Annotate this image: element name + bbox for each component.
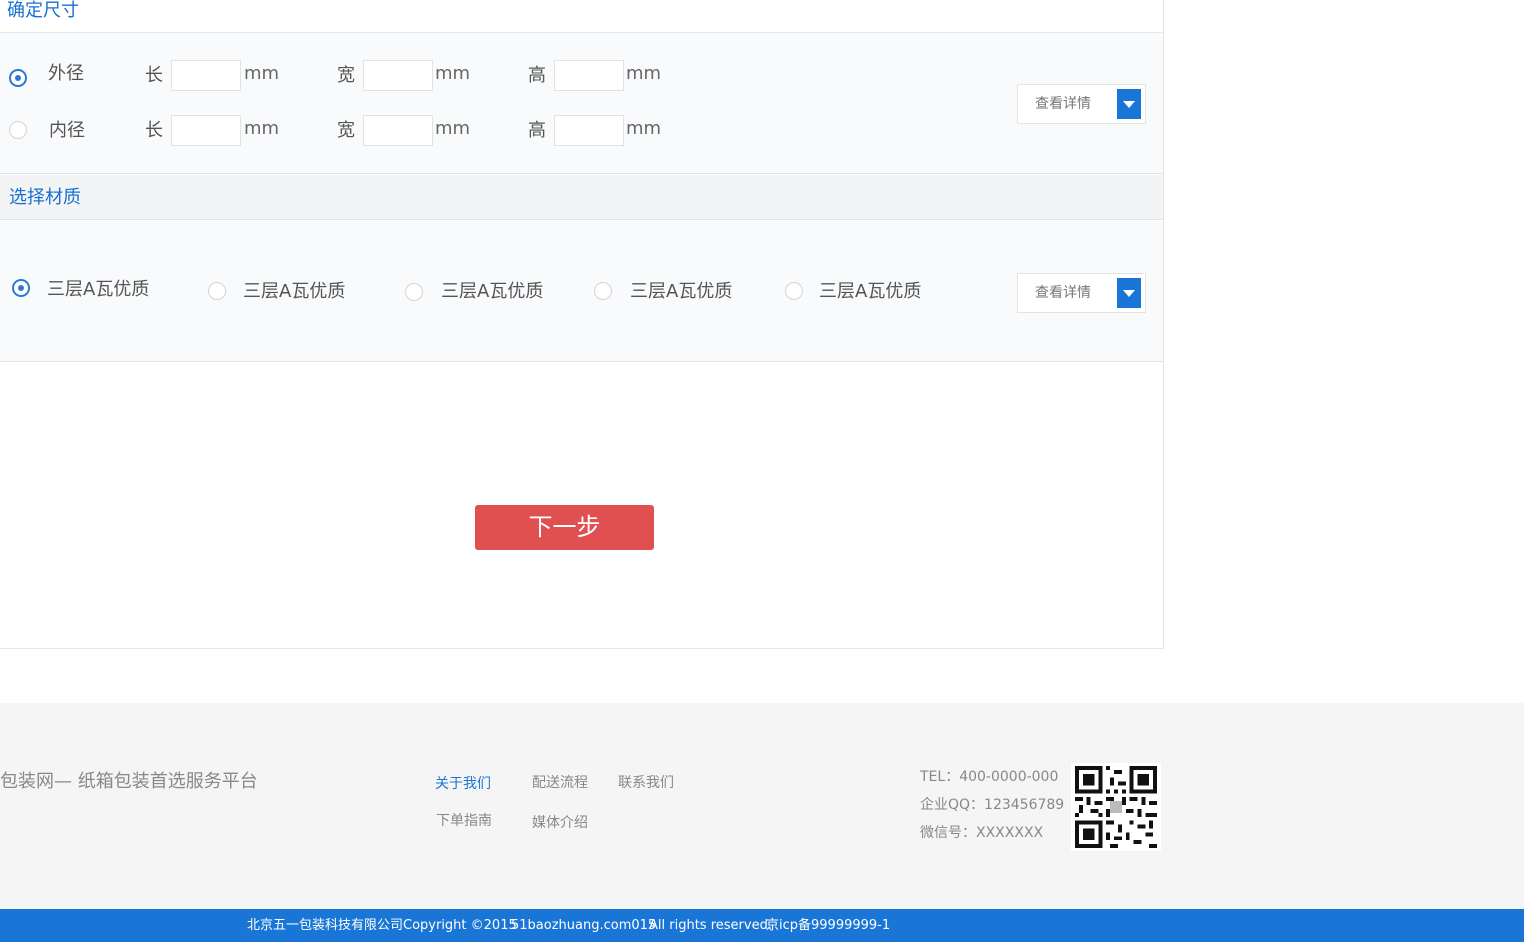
height-label: 高	[528, 120, 546, 141]
length-label: 长	[145, 120, 163, 141]
unit-label: mm	[626, 63, 662, 84]
footer-slogan: 包装网— 纸箱包装首选服务平台	[0, 771, 258, 792]
material-option-radio[interactable]	[594, 282, 612, 300]
size-panel: 外径 长 mm 宽 mm 高 mm 内径 长 mm 宽 mm 高 mm 查看详情	[0, 33, 1163, 174]
material-option-label: 三层A瓦优质	[630, 281, 733, 302]
copyright-text: 北京五一包装科技有限公司Copyright ©2015	[247, 918, 517, 933]
footer-link-guide[interactable]: 下单指南	[436, 812, 492, 830]
outer-length-input[interactable]	[171, 60, 241, 91]
material-panel: 三层A瓦优质 三层A瓦优质 三层A瓦优质 三层A瓦优质 三层A瓦优质 查看详情	[0, 221, 1163, 362]
outer-diameter-label: 外径	[48, 63, 84, 84]
inner-width-input[interactable]	[363, 115, 433, 146]
main-panel: 确定尺寸 外径 长 mm 宽 mm 高 mm 内径 长 mm 宽 mm 高 mm…	[0, 0, 1164, 649]
length-label: 长	[145, 65, 163, 86]
footer: 包装网— 纸箱包装首选服务平台 关于我们 配送流程 联系我们 下单指南 媒体介绍…	[0, 703, 1524, 909]
unit-label: mm	[435, 118, 471, 139]
qr-code-icon	[1071, 763, 1161, 851]
material-option-radio[interactable]	[208, 282, 226, 300]
outer-height-input[interactable]	[554, 60, 624, 91]
size-section-title: 确定尺寸	[7, 0, 79, 21]
inner-diameter-label: 内径	[49, 120, 85, 141]
material-option-label: 三层A瓦优质	[819, 281, 922, 302]
footer-qq: 企业QQ：123456789	[920, 797, 1065, 813]
unit-label: mm	[435, 63, 471, 84]
material-option-label: 三层A瓦优质	[243, 281, 346, 302]
material-option-label: 三层A瓦优质	[47, 279, 150, 300]
footer-link-about[interactable]: 关于我们	[435, 775, 491, 793]
material-section-title: 选择材质	[9, 187, 81, 208]
unit-label: mm	[244, 118, 280, 139]
material-header: 选择材质	[0, 175, 1163, 220]
material-option-radio[interactable]	[405, 283, 423, 301]
footer-link-media[interactable]: 媒体介绍	[532, 814, 588, 832]
footer-link-delivery[interactable]: 配送流程	[532, 774, 588, 792]
width-label: 宽	[337, 120, 355, 141]
height-label: 高	[528, 65, 546, 86]
icp-text: 京icp备99999999-1	[766, 918, 891, 933]
material-option-label: 三层A瓦优质	[441, 281, 544, 302]
next-step-button[interactable]: 下一步	[475, 505, 654, 550]
outer-width-input[interactable]	[363, 60, 433, 91]
unit-label: mm	[244, 63, 280, 84]
material-detail-dropdown[interactable]: 查看详情	[1017, 273, 1146, 313]
dropdown-arrow-icon[interactable]	[1117, 278, 1141, 308]
bottom-bar: 北京五一包装科技有限公司Copyright ©2015 51baozhuang.…	[0, 909, 1524, 942]
detail-label: 查看详情	[1035, 96, 1091, 112]
width-label: 宽	[337, 65, 355, 86]
inner-height-input[interactable]	[554, 115, 624, 146]
site-text: 51baozhuang.com015	[511, 918, 657, 933]
material-option-radio[interactable]	[785, 282, 803, 300]
material-option-radio[interactable]	[12, 279, 30, 297]
unit-label: mm	[626, 118, 662, 139]
dropdown-arrow-icon[interactable]	[1117, 89, 1141, 119]
inner-diameter-radio[interactable]	[9, 121, 27, 139]
footer-tel: TEL：400-0000-000	[920, 769, 1059, 785]
inner-length-input[interactable]	[171, 115, 241, 146]
rights-text: All rights reserved.	[649, 918, 772, 933]
footer-link-contact[interactable]: 联系我们	[618, 774, 674, 792]
detail-label: 查看详情	[1035, 285, 1091, 301]
footer-wechat: 微信号：XXXXXXX	[920, 825, 1044, 841]
outer-diameter-radio[interactable]	[9, 69, 27, 87]
size-detail-dropdown[interactable]: 查看详情	[1017, 84, 1146, 124]
